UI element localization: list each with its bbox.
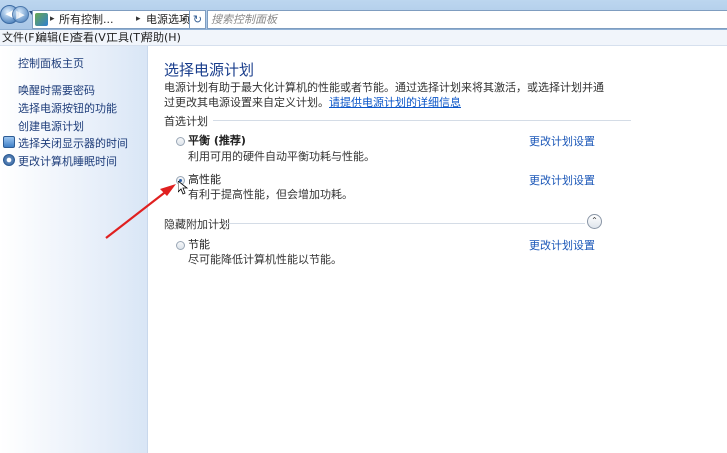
plan-details-link[interactable]: 请提供电源计划的详细信息 — [329, 96, 461, 109]
divider — [225, 223, 585, 224]
sidebar-item-power-buttons[interactable]: 选择电源按钮的功能 — [18, 100, 117, 116]
plan-high-performance-change-link[interactable]: 更改计划设置 — [529, 172, 595, 188]
plan-balanced-desc: 利用可用的硬件自动平衡功耗与性能。 — [188, 150, 375, 163]
clock-icon — [3, 154, 15, 166]
sidebar-item-wake-password[interactable]: 唤醒时需要密码 — [18, 82, 95, 98]
breadcrumb-all-control-panel[interactable]: 所有控制... — [59, 11, 114, 28]
collapse-hidden-plans-button[interactable]: ⌃ — [587, 214, 602, 229]
plan-balanced-radio[interactable] — [176, 137, 185, 146]
plan-power-saver-radio[interactable] — [176, 241, 185, 250]
sidebar-item-display-off[interactable]: 选择关闭显示器的时间 — [18, 135, 128, 151]
divider — [213, 120, 631, 121]
preferred-plans-header: 首选计划 — [164, 115, 208, 128]
mouse-cursor-icon — [178, 181, 188, 195]
menu-bar: 文件(F) 编辑(E) 查看(V) 工具(T) 帮助(H) — [0, 30, 727, 46]
sidebar-home-link[interactable]: 控制面板主页 — [18, 55, 84, 71]
control-panel-icon — [35, 13, 48, 26]
plan-balanced-change-link[interactable]: 更改计划设置 — [529, 133, 595, 149]
address-bar: ◀ ▶ ▸ 所有控制... ▸ 电源选项 ▾ ↻ 搜索控制面板 — [0, 0, 727, 30]
plan-power-saver-desc: 尽可能降低计算机性能以节能。 — [188, 253, 342, 266]
forward-button[interactable]: ▶ — [12, 6, 29, 23]
page-title: 选择电源计划 — [164, 61, 255, 79]
sidebar-item-sleep-time[interactable]: 更改计算机睡眠时间 — [18, 153, 117, 169]
plan-balanced-name[interactable]: 平衡 (推荐) — [188, 132, 246, 148]
breadcrumb-separator[interactable]: ▸ — [136, 11, 141, 28]
refresh-button[interactable]: ↻ — [190, 10, 206, 29]
plan-high-performance-desc: 有利于提高性能，但会增加功耗。 — [188, 188, 353, 201]
menu-help[interactable]: 帮助(H) — [142, 30, 181, 45]
menu-file[interactable]: 文件(F) — [2, 30, 39, 45]
plan-high-performance-name[interactable]: 高性能 — [188, 171, 221, 187]
menu-edit[interactable]: 编辑(E) — [36, 30, 74, 45]
monitor-icon — [3, 136, 15, 148]
sidebar: 控制面板主页 唤醒时需要密码 选择电源按钮的功能 创建电源计划 选择关闭显示器的… — [0, 46, 148, 453]
main-content: 选择电源计划 电源计划有助于最大化计算机的性能或者节能。通过选择计划来将其激活，… — [149, 46, 727, 453]
plan-power-saver-change-link[interactable]: 更改计划设置 — [529, 237, 595, 253]
search-input[interactable]: 搜索控制面板 — [207, 10, 727, 29]
breadcrumb-separator[interactable]: ▸ — [50, 11, 55, 28]
page-description: 电源计划有助于最大化计算机的性能或者节能。通过选择计划来将其激活，或选择计划并通… — [164, 80, 604, 110]
hidden-plans-header[interactable]: 隐藏附加计划 — [164, 216, 230, 232]
menu-view[interactable]: 查看(V) — [72, 30, 110, 45]
menu-tools[interactable]: 工具(T) — [107, 30, 144, 45]
breadcrumb[interactable]: ▸ 所有控制... ▸ 电源选项 ▾ — [32, 10, 190, 29]
address-dropdown-icon[interactable]: ▾ — [182, 11, 186, 28]
sidebar-item-create-plan[interactable]: 创建电源计划 — [18, 118, 84, 134]
plan-power-saver-name[interactable]: 节能 — [188, 236, 210, 252]
